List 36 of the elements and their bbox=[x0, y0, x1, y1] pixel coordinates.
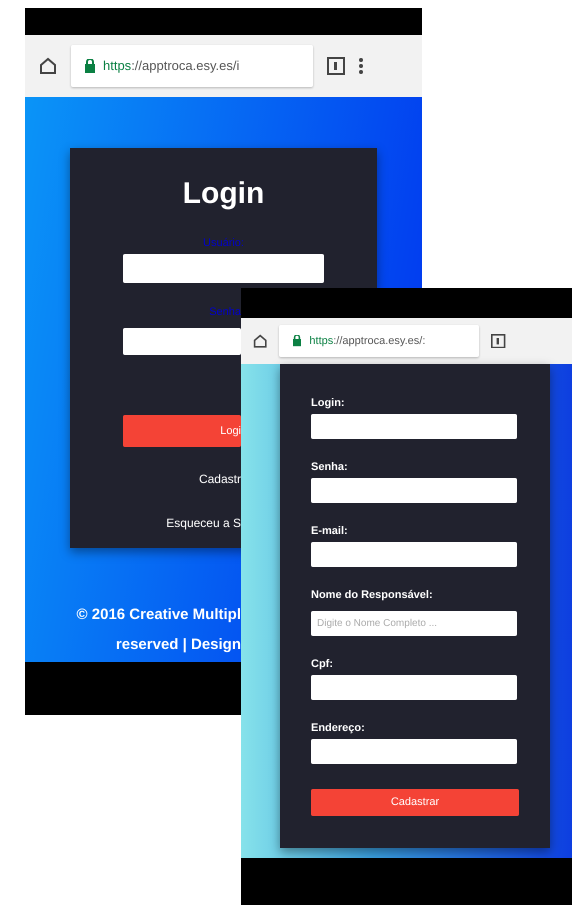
input-field[interactable] bbox=[311, 414, 517, 439]
field-label: Senha: bbox=[311, 461, 349, 474]
tabs-icon[interactable] bbox=[327, 57, 345, 75]
home-icon[interactable] bbox=[39, 57, 57, 75]
url-text: https bbox=[309, 334, 334, 347]
input-field[interactable] bbox=[311, 739, 517, 764]
text-link[interactable]: Esqueceu a S bbox=[166, 516, 241, 530]
field-label: Usuário: bbox=[202, 236, 245, 250]
input-field[interactable] bbox=[123, 328, 241, 355]
register-button[interactable]: Cadastrar bbox=[311, 789, 519, 816]
input-field[interactable] bbox=[123, 254, 324, 283]
url-text: ://apptroca.esy.es/: bbox=[333, 334, 426, 347]
login-button[interactable]: Logi bbox=[123, 415, 241, 447]
menu-icon[interactable] bbox=[359, 57, 363, 75]
field-label: Endereço: bbox=[311, 722, 366, 735]
url-field[interactable]: https://apptroca.esy.es/i bbox=[71, 45, 313, 87]
url-text: ://apptroca.esy.es/i bbox=[131, 58, 240, 74]
lock-icon[interactable] bbox=[293, 335, 302, 347]
text-link[interactable]: Cadastr bbox=[198, 472, 241, 486]
footer-text: reserved | Design bbox=[116, 636, 241, 653]
input-field[interactable]: Digite o Nome Completo ... bbox=[311, 611, 517, 636]
field-label: Login: bbox=[311, 397, 346, 410]
login-title: Login bbox=[182, 178, 266, 210]
field-label: Cpf: bbox=[311, 658, 334, 671]
tabs-icon[interactable] bbox=[491, 334, 506, 348]
input-field[interactable] bbox=[311, 542, 517, 567]
field-label: Nome do Responsável: bbox=[311, 589, 434, 602]
home-icon[interactable] bbox=[253, 334, 268, 348]
lock-icon[interactable] bbox=[85, 59, 95, 73]
field-label: E-mail: bbox=[311, 525, 349, 538]
field-label: Senha bbox=[209, 306, 241, 318]
url-text: https bbox=[103, 58, 132, 74]
input-field[interactable] bbox=[311, 478, 517, 503]
url-field[interactable]: https://apptroca.esy.es/: bbox=[279, 325, 480, 357]
input-field[interactable] bbox=[311, 675, 517, 700]
footer-text: © 2016 Creative Multipl bbox=[76, 606, 241, 623]
